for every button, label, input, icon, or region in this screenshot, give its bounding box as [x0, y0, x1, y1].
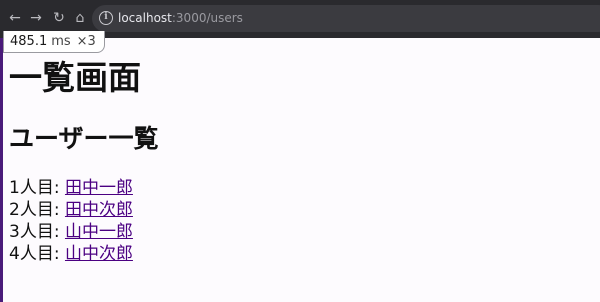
- user-list: 1人目: 田中一郎 2人目: 田中次郎 3人目: 山中一郎 4人目: 山中次郎: [9, 177, 133, 265]
- forward-icon[interactable]: →: [27, 9, 45, 27]
- list-item: 2人目: 田中次郎: [9, 199, 133, 221]
- reload-icon[interactable]: ↻: [50, 9, 68, 27]
- url-path: :3000/users: [171, 11, 243, 25]
- user-link[interactable]: 山中次郎: [65, 244, 133, 264]
- home-icon[interactable]: ⌂: [71, 9, 89, 27]
- list-item: 3人目: 山中一郎: [9, 221, 133, 243]
- list-item: 1人目: 田中一郎: [9, 177, 133, 199]
- render-count: ×3: [76, 34, 96, 49]
- user-link[interactable]: 山中一郎: [65, 222, 133, 242]
- address-bar[interactable]: i localhost:3000/users: [92, 5, 600, 32]
- page-title: 一覧画面: [9, 58, 141, 97]
- user-link[interactable]: 田中次郎: [65, 200, 133, 220]
- user-link[interactable]: 田中一郎: [65, 178, 133, 198]
- user-ordinal: 3人目:: [9, 222, 65, 242]
- user-ordinal: 2人目:: [9, 200, 65, 220]
- url-text[interactable]: localhost:3000/users: [118, 10, 243, 27]
- render-time-badge: 485.1 ms ×3: [3, 31, 105, 53]
- info-icon[interactable]: i: [99, 11, 113, 25]
- render-time-unit: ms: [51, 34, 71, 49]
- url-host: localhost: [118, 11, 172, 25]
- render-time-value: 485.1: [10, 34, 48, 49]
- user-ordinal: 4人目:: [9, 244, 65, 264]
- left-edge-accent: [0, 38, 3, 302]
- user-ordinal: 1人目:: [9, 178, 65, 198]
- back-icon[interactable]: ←: [6, 9, 24, 27]
- list-item: 4人目: 山中次郎: [9, 243, 133, 265]
- section-title: ユーザー一覧: [9, 124, 159, 153]
